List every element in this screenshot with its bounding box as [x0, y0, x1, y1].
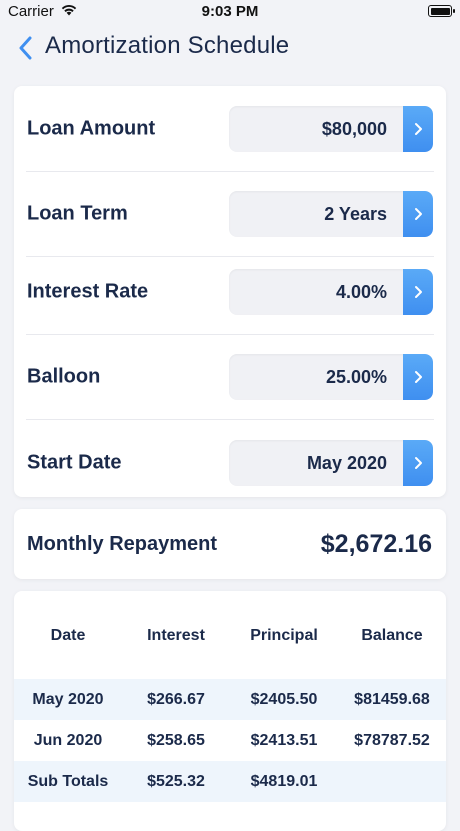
- interest-rate-row: Interest Rate 4.00%: [26, 249, 434, 334]
- balloon-field[interactable]: 25.00%: [229, 353, 433, 400]
- battery-fill: [430, 7, 450, 15]
- table-header: Date Interest Principal Balance: [14, 591, 446, 679]
- field-value: 4.00%: [335, 281, 387, 302]
- cell-interest: $525.32: [147, 773, 205, 790]
- repayment-label: Monthly Repayment: [27, 533, 218, 555]
- chevron-right-icon: [414, 207, 422, 220]
- field-value: 2 Years: [324, 203, 387, 224]
- interest-rate-field[interactable]: 4.00%: [229, 268, 433, 315]
- status-time: 9:03 PM: [201, 3, 259, 20]
- status-bar: Carrier 9:03 PM: [0, 0, 460, 24]
- column-header-balance: Balance: [361, 627, 423, 644]
- row-label: Loan Amount: [27, 117, 156, 139]
- table-row: Jun 2020 $258.65 $2413.51 $78787.52: [14, 720, 446, 761]
- loan-amount-row: Loan Amount $80,000: [26, 86, 434, 171]
- loan-term-chevron-button[interactable]: [403, 190, 433, 237]
- balloon-chevron-button[interactable]: [403, 353, 433, 400]
- column-header-interest: Interest: [147, 627, 205, 644]
- table-row: May 2020 $266.67 $2405.50 $81459.68: [14, 679, 446, 720]
- battery-icon: [428, 5, 455, 17]
- start-date-row: Start Date May 2020: [26, 420, 434, 505]
- chevron-right-icon: [414, 456, 422, 469]
- start-date-field[interactable]: May 2020: [229, 439, 433, 486]
- chevron-right-icon: [414, 370, 422, 383]
- chevron-right-icon: [414, 122, 422, 135]
- chevron-right-icon: [414, 285, 422, 298]
- column-header-date: Date: [50, 627, 86, 644]
- field-value: May 2020: [306, 452, 387, 473]
- loan-amount-field[interactable]: $80,000: [229, 105, 433, 152]
- field-value: 25.00%: [325, 366, 387, 387]
- balloon-row: Balloon 25.00%: [26, 334, 434, 419]
- row-label: Interest Rate: [27, 280, 149, 302]
- interest-rate-chevron-button[interactable]: [403, 268, 433, 315]
- field-value: $80,000: [321, 118, 387, 139]
- column-header-principal: Principal: [250, 627, 318, 644]
- loan-amount-chevron-button[interactable]: [403, 105, 433, 152]
- subtotal-row: Sub Totals $525.32 $4819.01: [14, 761, 446, 802]
- cell-date: May 2020: [32, 691, 104, 708]
- cell-principal: $2405.50: [250, 691, 318, 708]
- cell-date: Jun 2020: [33, 732, 103, 749]
- repayment-value: $2,672.16: [320, 530, 432, 558]
- schedule-table-card: Date Interest Principal Balance May 2020…: [14, 591, 446, 831]
- row-label: Loan Term: [27, 202, 128, 224]
- cell-interest: $266.67: [147, 691, 205, 708]
- loan-term-row: Loan Term 2 Years: [26, 171, 434, 256]
- back-button[interactable]: [14, 34, 36, 62]
- cell-interest: $258.65: [147, 732, 205, 749]
- cell-balance: $81459.68: [354, 691, 430, 708]
- page-title: Amortization Schedule: [45, 32, 290, 59]
- row-label: Start Date: [27, 451, 122, 473]
- loan-term-field[interactable]: 2 Years: [229, 190, 433, 237]
- monthly-repayment-card: Monthly Repayment $2,672.16: [14, 509, 446, 579]
- cell-date: Sub Totals: [27, 773, 109, 790]
- navigation-bar: Amortization Schedule: [0, 26, 460, 70]
- cell-balance: $78787.52: [354, 732, 430, 749]
- loan-inputs-card: Loan Amount $80,000 Loan Term 2 Years In…: [14, 86, 446, 497]
- chevron-left-icon: [19, 36, 32, 60]
- row-label: Balloon: [27, 365, 101, 387]
- start-date-chevron-button[interactable]: [403, 439, 433, 486]
- cell-principal: $2413.51: [250, 732, 318, 749]
- cell-principal: $4819.01: [250, 773, 318, 790]
